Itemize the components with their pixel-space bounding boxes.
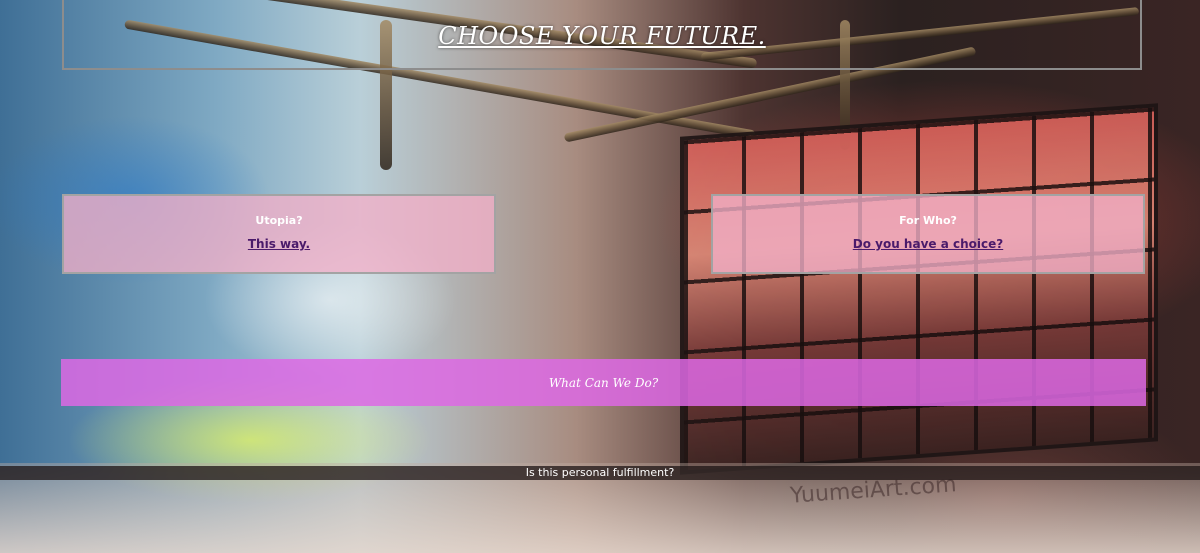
utopia-heading: Utopia?	[255, 214, 303, 227]
footer-caption: Is this personal fulfillment?	[525, 466, 675, 479]
choice-link[interactable]: Do you have a choice?	[853, 237, 1003, 251]
utopia-link[interactable]: This way.	[248, 237, 310, 251]
factory-window	[680, 103, 1158, 475]
for-who-heading: For Who?	[899, 214, 957, 227]
footer-bar: Is this personal fulfillment?	[0, 466, 1200, 480]
utopia-card: Utopia? This way.	[62, 194, 496, 274]
page-header: CHOOSE YOUR FUTURE.	[62, 0, 1142, 70]
for-who-card: For Who? Do you have a choice?	[711, 194, 1145, 274]
what-can-we-do-label: What Can We Do?	[548, 375, 659, 390]
what-can-we-do-button[interactable]: What Can We Do?	[61, 359, 1146, 406]
page-title: CHOOSE YOUR FUTURE.	[438, 22, 766, 50]
